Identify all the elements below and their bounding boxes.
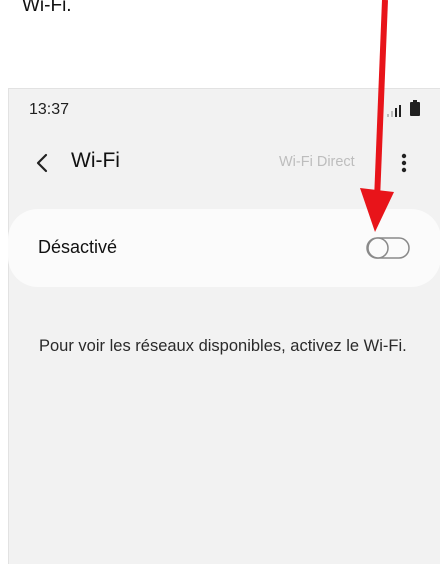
page-title: Wi-Fi (71, 149, 120, 172)
annotation-arrow (360, 0, 394, 232)
wifi-status-label: Désactivé (38, 237, 118, 257)
wifi-direct-button[interactable]: Wi-Fi Direct (279, 154, 355, 170)
status-time: 13:37 (29, 101, 70, 118)
battery-icon (410, 100, 420, 116)
annotation-caption: Wi-Fi. (22, 0, 72, 16)
more-options-icon[interactable] (397, 149, 411, 177)
back-chevron-icon[interactable] (31, 149, 55, 177)
info-text: Pour voir les réseaux disponibles, activ… (39, 337, 407, 355)
